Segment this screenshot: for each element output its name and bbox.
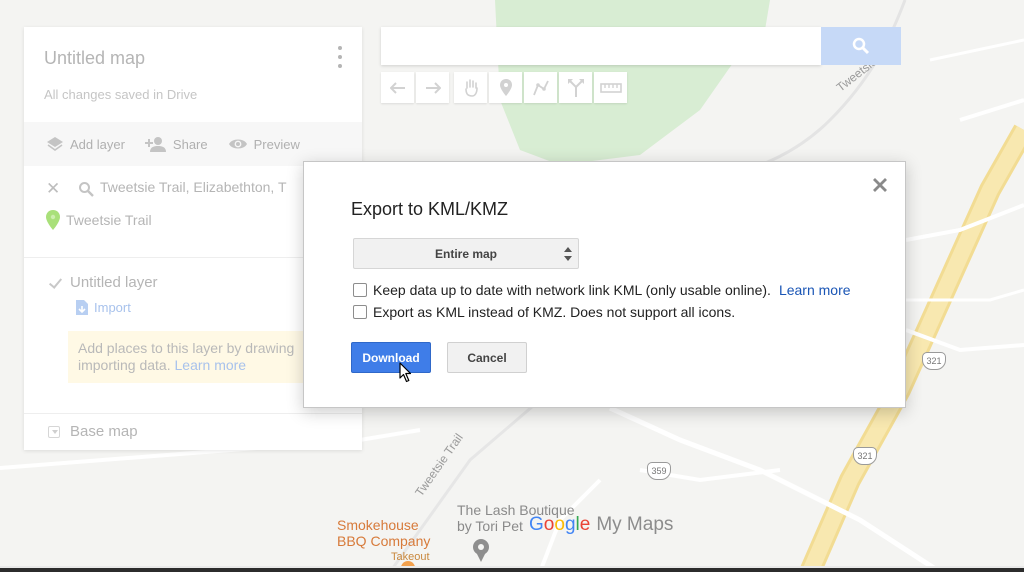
eye-icon bbox=[228, 139, 247, 149]
save-status: All changes saved in Drive bbox=[44, 87, 198, 102]
close-icon[interactable]: ✕ bbox=[46, 179, 60, 199]
marker-icon bbox=[499, 79, 512, 96]
kml-format-checkbox[interactable] bbox=[353, 305, 367, 319]
undo-button[interactable] bbox=[381, 72, 414, 103]
export-scope-select[interactable]: Entire map bbox=[353, 238, 579, 269]
kml-format-option[interactable]: Export as KML instead of KMZ. Does not s… bbox=[353, 304, 735, 320]
learn-more-link[interactable]: Learn more bbox=[175, 357, 247, 373]
google-my-maps-watermark: Google My Maps bbox=[529, 514, 673, 536]
search-result-item[interactable]: Tweetsie Trail bbox=[46, 210, 152, 230]
watermark-letter: e bbox=[579, 514, 591, 535]
poi-name-line: BBQ Company bbox=[337, 533, 431, 549]
preview-button[interactable]: Preview bbox=[228, 137, 300, 152]
network-link-option[interactable]: Keep data up to date with network link K… bbox=[353, 282, 851, 298]
redo-button[interactable] bbox=[416, 72, 449, 103]
add-layer-button[interactable]: Add layer bbox=[46, 136, 125, 152]
line-icon bbox=[532, 80, 549, 95]
cancel-button[interactable]: Cancel bbox=[447, 342, 527, 373]
green-marker-icon bbox=[46, 210, 60, 230]
directions-button[interactable] bbox=[559, 72, 592, 103]
pan-button[interactable] bbox=[454, 72, 487, 103]
kml-format-label: Export as KML instead of KMZ. Does not s… bbox=[373, 304, 736, 320]
poi-subtitle: Takeout bbox=[391, 551, 430, 563]
map-toolbar bbox=[381, 72, 627, 103]
chevron-down-icon[interactable] bbox=[48, 425, 60, 438]
layer-header[interactable]: Untitled layer bbox=[48, 274, 158, 291]
base-map-row[interactable]: Base map bbox=[48, 423, 138, 440]
import-link[interactable]: Import bbox=[76, 300, 131, 315]
divider bbox=[24, 413, 362, 414]
watermark-letter: G bbox=[529, 514, 544, 535]
share-button[interactable]: Share bbox=[144, 136, 208, 152]
add-person-icon bbox=[144, 137, 166, 152]
search-result-label: Tweetsie Trail bbox=[66, 212, 152, 228]
file-import-icon bbox=[76, 300, 88, 315]
select-arrows-icon bbox=[564, 247, 572, 261]
download-button[interactable]: Download bbox=[351, 342, 431, 373]
learn-more-link[interactable]: Learn more bbox=[779, 282, 851, 298]
search-query-text: Tweetsie Trail, Elizabethton, T bbox=[100, 179, 287, 195]
more-options-icon[interactable] bbox=[336, 46, 344, 68]
base-map-label: Base map bbox=[70, 423, 138, 440]
redo-icon bbox=[425, 81, 441, 94]
route-shield: 321 bbox=[922, 352, 946, 370]
window-bottom-edge bbox=[0, 566, 1024, 572]
layer-name[interactable]: Untitled layer bbox=[70, 274, 158, 291]
search-icon bbox=[852, 37, 870, 55]
draw-line-button[interactable] bbox=[524, 72, 557, 103]
mouse-cursor-icon bbox=[399, 362, 412, 383]
network-link-label: Keep data up to date with network link K… bbox=[373, 282, 771, 298]
add-marker-button[interactable] bbox=[489, 72, 522, 103]
measure-button[interactable] bbox=[594, 72, 627, 103]
select-value: Entire map bbox=[434, 246, 497, 261]
poi-name-line: Smokehouse bbox=[337, 517, 419, 533]
watermark-letter: o bbox=[543, 514, 555, 535]
directions-icon bbox=[567, 78, 584, 97]
import-label: Import bbox=[94, 300, 131, 315]
undo-icon bbox=[389, 81, 405, 94]
route-shield: 321 bbox=[853, 447, 877, 465]
search-button[interactable] bbox=[821, 27, 901, 65]
route-shield: 359 bbox=[647, 462, 671, 480]
map-title[interactable]: Untitled map bbox=[44, 48, 145, 69]
layer-visibility-checkbox[interactable] bbox=[48, 276, 62, 290]
map-search-input[interactable] bbox=[381, 27, 821, 65]
panel-action-bar: Add layer Share Preview bbox=[24, 122, 362, 166]
export-kml-dialog: Export to KML/KMZ Entire map Keep data u… bbox=[303, 161, 906, 408]
watermark-letter: o bbox=[554, 514, 565, 535]
hint-line-text: importing data. bbox=[78, 357, 171, 373]
preview-label: Preview bbox=[253, 136, 300, 152]
poi-smokehouse[interactable]: Smokehouse BBQ Company Takeout bbox=[337, 517, 430, 565]
layers-icon bbox=[47, 137, 63, 151]
watermark-product: My Maps bbox=[596, 514, 674, 535]
add-layer-label: Add layer bbox=[70, 136, 125, 152]
dialog-title: Export to KML/KMZ bbox=[351, 199, 509, 219]
close-icon[interactable] bbox=[871, 176, 889, 194]
watermark-letter: g bbox=[564, 514, 576, 535]
hand-icon bbox=[464, 78, 478, 97]
search-icon bbox=[79, 182, 94, 197]
network-link-checkbox[interactable] bbox=[353, 283, 367, 297]
ruler-icon bbox=[599, 82, 622, 93]
share-label: Share bbox=[172, 136, 208, 152]
